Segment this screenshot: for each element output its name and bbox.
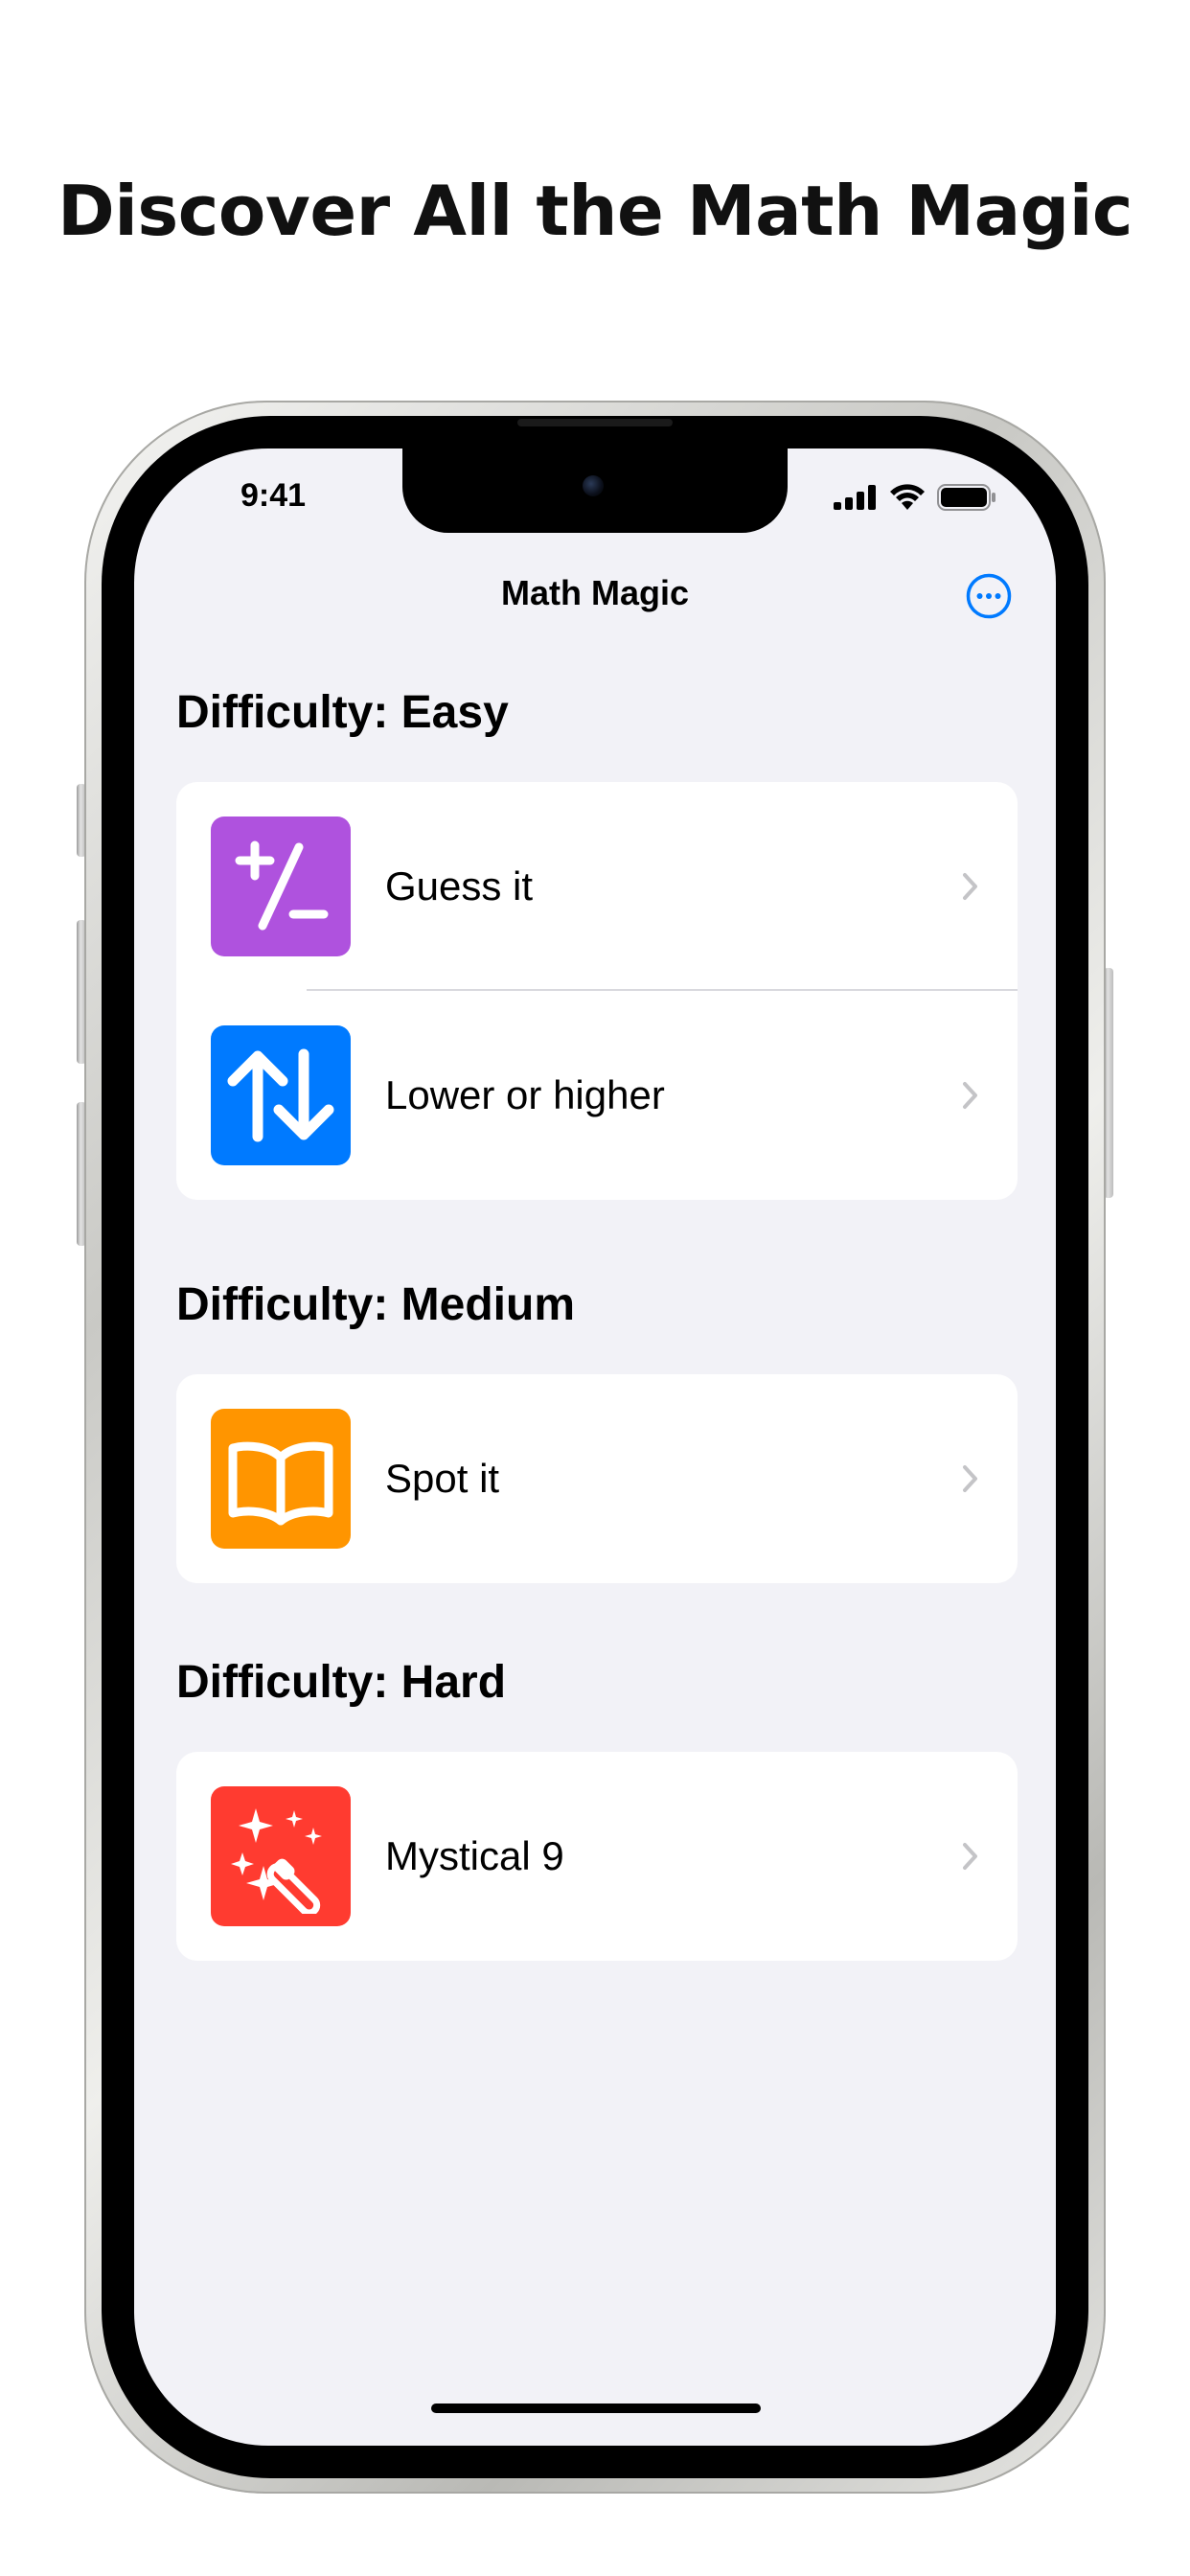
book-icon [228,1441,333,1526]
chevron-right-icon [963,1465,977,1492]
chevron-right-icon [963,1843,977,1870]
more-options-button[interactable] [966,573,1012,619]
list-item-label: Lower or higher [385,1072,665,1117]
battery-icon [937,484,995,511]
list-item-mystical-9[interactable]: Mystical 9 [176,1752,1018,1961]
notch [402,448,788,533]
marketing-headline: Discover All the Math Magic [57,171,1133,251]
status-icons [834,481,996,514]
list-item-label: Mystical 9 [385,1833,564,1878]
section-header-hard: Difficulty: Hard [176,1657,507,1708]
wifi-icon [890,484,925,510]
nav-title: Math Magic [500,573,689,612]
cellular-signal-icon [834,485,876,510]
magic-wand-icon [231,1808,322,1914]
home-indicator[interactable] [431,2404,761,2413]
earpiece-speaker [517,419,673,426]
mystical-9-app-icon [211,1786,351,1926]
section-card-medium: Spot it [176,1374,1018,1583]
section-header-easy: Difficulty: Easy [176,687,509,738]
status-time: 9:41 [240,477,307,514]
ellipsis-circle-icon [966,573,1012,619]
chevron-right-icon [963,873,977,900]
plus-slash-minus-icon [235,840,329,931]
list-item-label: Guess it [385,863,534,908]
chevron-right-icon [963,1082,977,1109]
arrow-up-arrow-down-icon [227,1048,334,1142]
list-item-lower-or-higher[interactable]: Lower or higher [176,991,1018,1200]
list-item-spot-it[interactable]: Spot it [176,1374,1018,1583]
spot-it-app-icon [211,1409,351,1549]
list-item-label: Spot it [385,1456,500,1501]
section-header-medium: Difficulty: Medium [176,1279,575,1330]
front-camera [583,475,604,496]
list-item-guess-it[interactable]: Guess it [176,782,1018,991]
guess-it-app-icon [211,816,351,956]
lower-or-higher-app-icon [211,1025,351,1165]
section-card-easy: Guess it Lower or higher [176,782,1018,1200]
section-card-hard: Mystical 9 [176,1752,1018,1961]
app-screen: 9:41 Math Magic Difficulty: Easy Guess i… [134,448,1056,2446]
